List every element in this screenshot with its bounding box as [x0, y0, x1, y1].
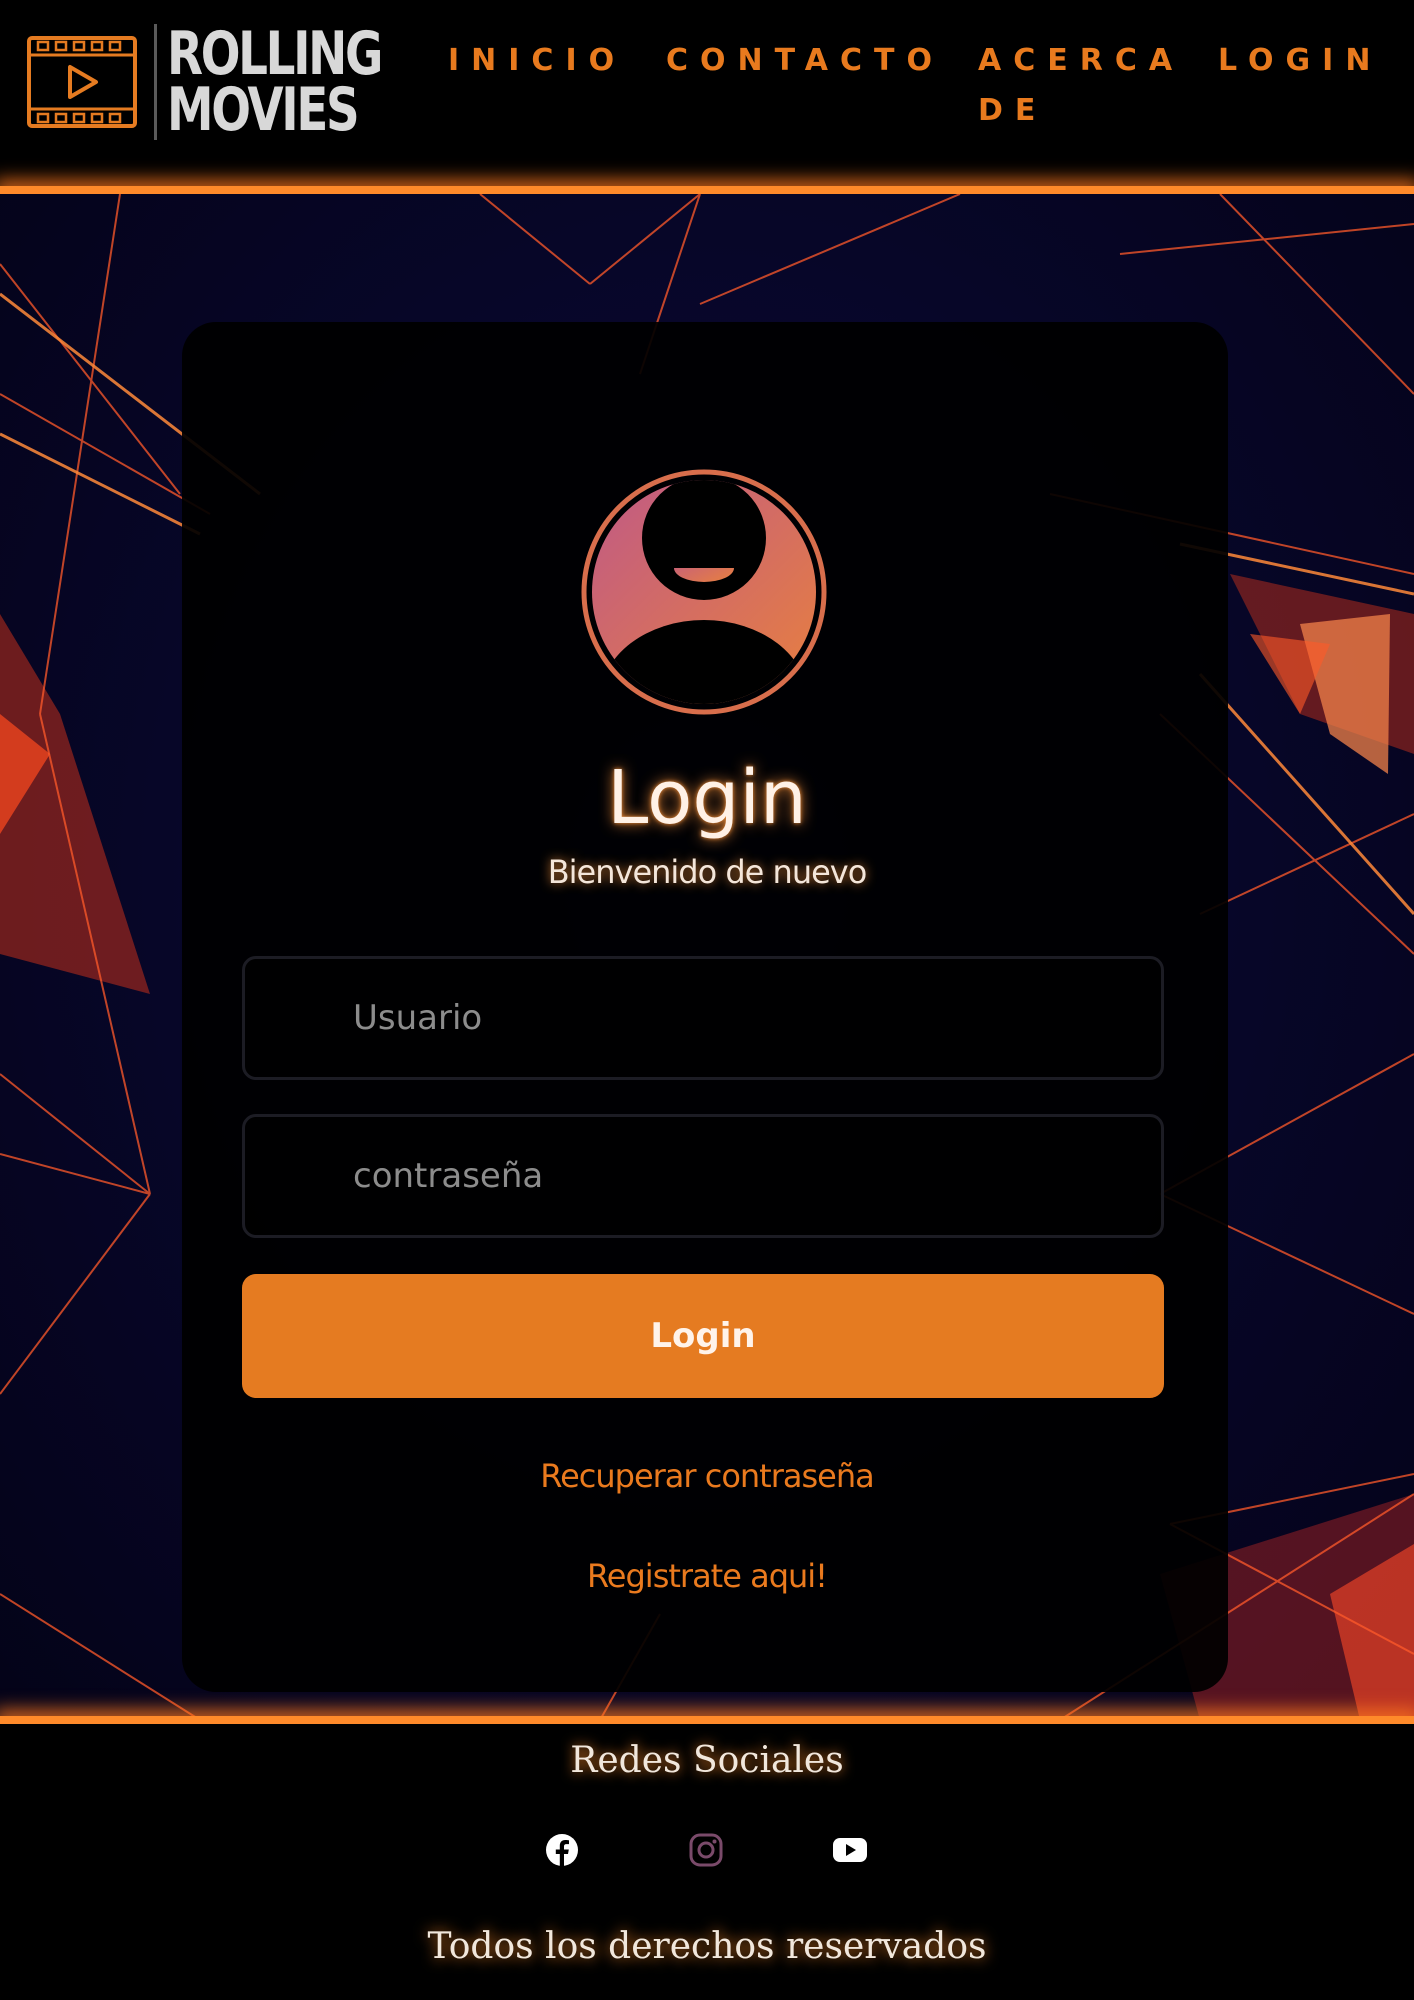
logo-divider	[154, 24, 157, 140]
login-submit-button[interactable]: Login	[242, 1274, 1164, 1398]
nav-acerca-de-line-1: ACERCA	[978, 43, 1185, 78]
brand-line-2: MOVIES	[167, 75, 360, 145]
password-input[interactable]	[242, 1114, 1164, 1238]
brand-logo[interactable]: ROLLING MOVIES	[26, 22, 441, 142]
register-link[interactable]: Registrate aqui!	[0, 1554, 1414, 1598]
nav-contacto[interactable]: CONTACTO	[666, 36, 944, 86]
username-input[interactable]	[242, 956, 1164, 1080]
site-header: ROLLING MOVIES INICIO CONTACTO ACERCA DE…	[0, 0, 1414, 188]
brand-name: ROLLING MOVIES	[167, 19, 383, 145]
instagram-icon[interactable]	[686, 1830, 726, 1870]
user-avatar-icon	[581, 469, 827, 715]
nav-inicio[interactable]: INICIO	[448, 36, 626, 86]
login-title: Login	[607, 755, 807, 841]
recover-password-link[interactable]: Recuperar contraseña	[0, 1454, 1414, 1498]
login-subtitle: Bienvenido de nuevo	[547, 853, 868, 891]
footer-glow-line	[0, 1716, 1414, 1724]
youtube-icon[interactable]	[830, 1830, 870, 1870]
nav-acerca-de-line-2: DE	[978, 93, 1048, 128]
nav-acerca-de[interactable]: ACERCA DE	[978, 36, 1184, 136]
social-title: Redes Sociales	[570, 1740, 844, 1781]
film-play-icon	[27, 36, 137, 128]
brand-line-1: ROLLING	[167, 19, 383, 89]
copyright-text: Todos los derechos reservados	[427, 1926, 987, 1967]
header-glow-line	[0, 186, 1414, 194]
facebook-icon[interactable]	[542, 1830, 582, 1870]
page: ROLLING MOVIES INICIO CONTACTO ACERCA DE…	[0, 0, 1414, 2000]
nav-login[interactable]: LOGIN	[1218, 36, 1382, 86]
